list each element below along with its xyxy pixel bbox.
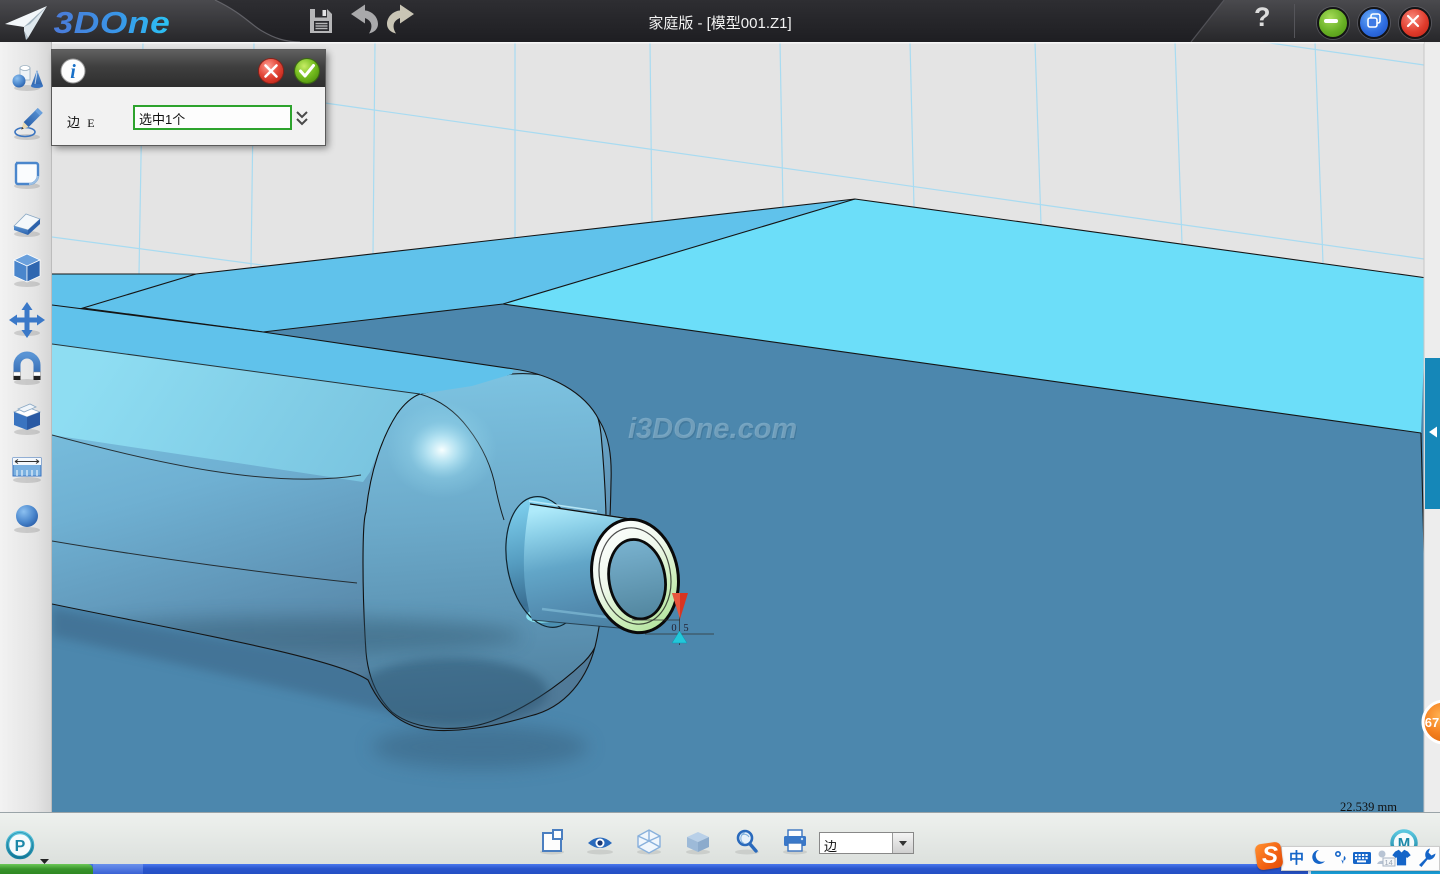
svg-text:3DOne: 3DOne: [54, 6, 171, 41]
svg-text:P: P: [15, 838, 26, 855]
svg-text:i3DOne.com: i3DOne.com: [628, 413, 797, 445]
svg-text:22.539 mm: 22.539 mm: [1340, 800, 1397, 812]
svg-text:14: 14: [1385, 858, 1393, 867]
svg-text:i: i: [70, 61, 76, 83]
svg-text:67: 67: [1425, 715, 1439, 730]
svg-text:0: 0: [671, 623, 676, 634]
svg-text:5: 5: [683, 623, 688, 634]
svg-text:中: 中: [1289, 849, 1304, 867]
